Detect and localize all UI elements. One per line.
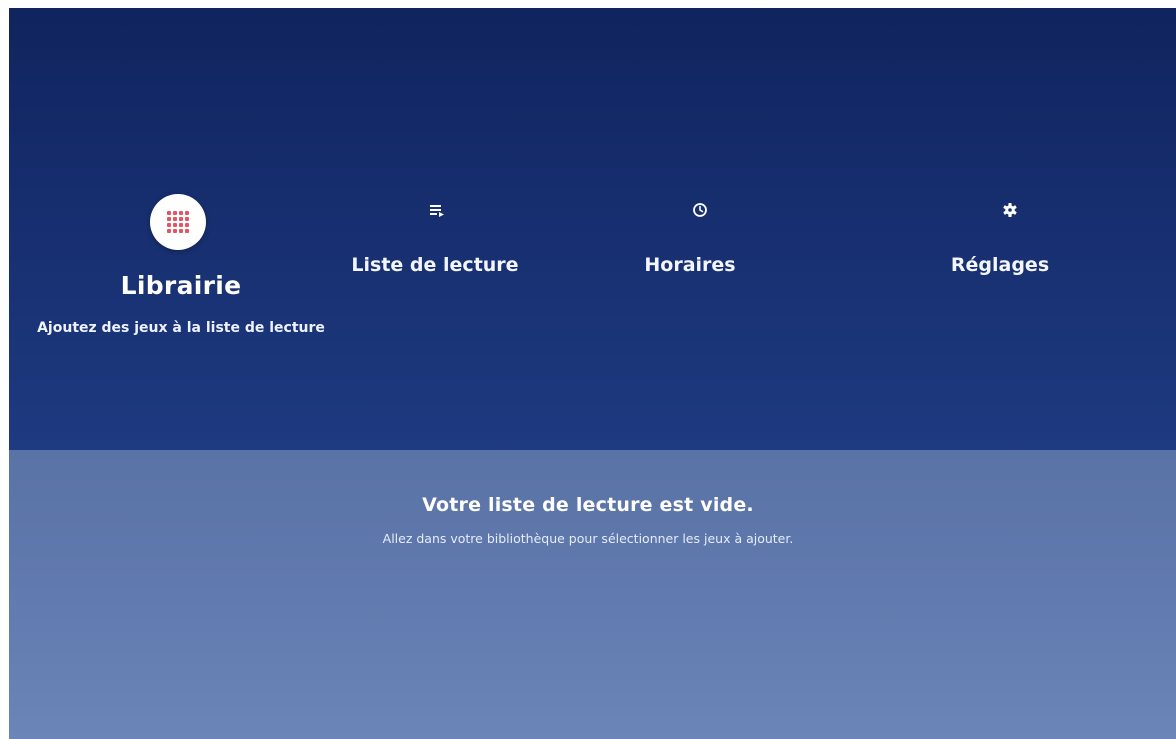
- empty-state-title: Votre liste de lecture est vide.: [422, 494, 754, 516]
- nav-item-label: Horaires: [644, 254, 736, 276]
- playlist-icon: [430, 205, 444, 217]
- empty-state-subtitle: Allez dans votre bibliothèque pour sélec…: [382, 531, 794, 546]
- gear-icon: [1003, 203, 1017, 217]
- nav-item-label: Librairie: [120, 271, 242, 300]
- nav-item-label: Liste de lecture: [351, 254, 519, 276]
- nav-item-label: Réglages: [950, 254, 1050, 276]
- selected-indicator-circle: [150, 194, 206, 250]
- nav-item-subtitle: Ajoutez des jeux à la liste de lecture: [37, 320, 325, 336]
- nav-item-librairie[interactable]: Librairie Ajoutez des jeux à la liste de…: [14, 185, 348, 345]
- clock-icon: [693, 203, 707, 217]
- app-screen: [9, 8, 1176, 739]
- grid-icon: [167, 211, 189, 233]
- nav-item-horaires[interactable]: Horaires: [590, 200, 790, 290]
- nav-item-liste-de-lecture[interactable]: Liste de lecture: [330, 200, 540, 290]
- nav-item-reglages[interactable]: Réglages: [900, 200, 1100, 290]
